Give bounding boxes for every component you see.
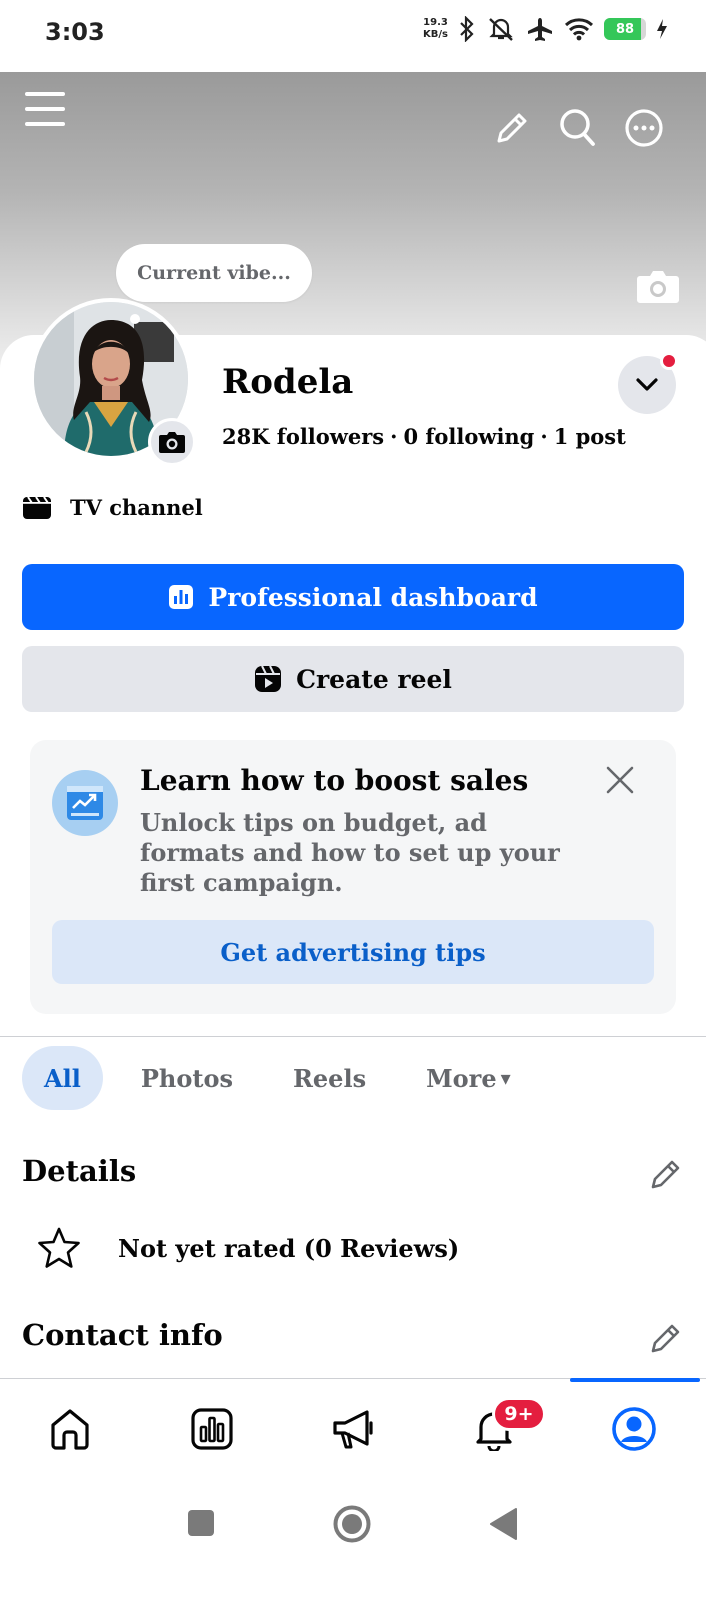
- home-circle-icon: [333, 1505, 371, 1543]
- stats-separator: ·: [390, 424, 398, 449]
- edit-profile-button[interactable]: [492, 108, 532, 148]
- current-vibe-text: Current vibe...: [137, 262, 291, 284]
- reel-icon: [255, 665, 282, 692]
- boost-sales-card: Learn how to boost sales Unlock tips on …: [30, 740, 676, 1014]
- search-icon: [560, 109, 595, 146]
- edit-icon: [651, 1324, 680, 1353]
- nav-home[interactable]: [46, 1405, 94, 1453]
- caret-down-icon: ▾: [500, 1066, 511, 1090]
- profile-icon: [612, 1407, 656, 1451]
- stats-separator: ·: [540, 424, 548, 449]
- rating-text: Not yet rated (0 Reviews): [118, 1233, 460, 1263]
- change-profile-picture-button[interactable]: [148, 418, 196, 466]
- tab-reels-label: Reels: [292, 1063, 367, 1093]
- tab-all-label: All: [44, 1063, 81, 1093]
- wifi-icon: [564, 18, 594, 41]
- category-row: TV channel: [22, 494, 203, 520]
- section-divider: [0, 1036, 706, 1037]
- dismiss-card-button[interactable]: [602, 762, 638, 798]
- create-reel-button[interactable]: Create reel: [22, 646, 684, 712]
- dashboard-icon: [169, 585, 194, 609]
- tab-more[interactable]: More ▾: [404, 1046, 533, 1110]
- nav-profile[interactable]: [610, 1405, 658, 1453]
- vibe-bubble-tail: [130, 314, 140, 324]
- home-button[interactable]: [332, 1504, 372, 1544]
- search-button[interactable]: [556, 106, 598, 148]
- edit-icon: [651, 1160, 680, 1189]
- status-icons: 19.3 KB/s 88: [423, 16, 668, 42]
- details-title: Details: [22, 1154, 137, 1188]
- back-button[interactable]: [488, 1507, 518, 1541]
- followers-count[interactable]: 28K followers: [222, 424, 384, 449]
- following-count[interactable]: 0 following: [403, 424, 534, 449]
- edit-details-button[interactable]: [646, 1154, 686, 1194]
- tab-photos-label: Photos: [140, 1063, 233, 1093]
- notification-badge: 9+: [492, 1397, 546, 1431]
- create-reel-label: Create reel: [296, 664, 452, 694]
- battery-indicator: 88: [604, 18, 646, 40]
- network-speed: 19.3 KB/s: [423, 17, 448, 41]
- nav-dashboard[interactable]: [188, 1405, 236, 1453]
- edit-contact-info-button[interactable]: [646, 1318, 686, 1358]
- bottom-navigation: 9+: [0, 1378, 706, 1478]
- network-speed-unit: KB/s: [423, 29, 448, 40]
- edit-cover-photo-button[interactable]: [636, 268, 680, 304]
- ad-tips-icon: [52, 770, 118, 836]
- professional-dashboard-button[interactable]: Professional dashboard: [22, 564, 684, 630]
- dashboard-icon: [191, 1408, 233, 1450]
- recent-apps-button[interactable]: [186, 1508, 216, 1538]
- status-time: 3:03: [45, 18, 105, 46]
- profile-stats: 28K followers · 0 following · 1 post: [222, 424, 626, 449]
- professional-dashboard-label: Professional dashboard: [208, 582, 538, 612]
- posts-count[interactable]: 1 post: [554, 424, 626, 449]
- clapperboard-icon: [23, 496, 51, 519]
- camera-icon: [159, 432, 185, 453]
- close-icon: [606, 766, 634, 794]
- tab-more-label: More: [426, 1063, 497, 1093]
- boost-card-text: Unlock tips on budget, ad formats and ho…: [140, 808, 560, 897]
- rating-row[interactable]: Not yet rated (0 Reviews): [36, 1226, 459, 1270]
- menu-button[interactable]: [24, 88, 66, 130]
- active-tab-indicator: [570, 1378, 700, 1382]
- system-navigation-bar: [0, 1480, 720, 1600]
- nav-ads[interactable]: [330, 1405, 378, 1453]
- camera-icon: [637, 271, 679, 303]
- current-vibe-bubble[interactable]: Current vibe...: [116, 244, 312, 302]
- star-icon: [38, 1227, 80, 1268]
- chevron-down-icon: [636, 378, 658, 391]
- home-icon: [51, 1409, 89, 1450]
- mute-icon: [489, 18, 513, 41]
- get-advertising-tips-button[interactable]: Get advertising tips: [52, 920, 654, 984]
- edit-icon: [497, 113, 527, 143]
- notification-dot: [660, 352, 678, 370]
- menu-icon: [25, 92, 65, 126]
- profile-name: Rodela: [222, 362, 354, 402]
- recent-apps-icon: [188, 1510, 214, 1536]
- trend-chart-icon: [67, 786, 103, 820]
- tab-all[interactable]: All: [22, 1046, 103, 1110]
- category-label: TV channel: [70, 494, 203, 520]
- contact-info-title: Contact info: [22, 1318, 223, 1352]
- tab-reels[interactable]: Reels: [271, 1046, 388, 1110]
- airplane-mode-icon: [528, 18, 552, 41]
- more-options-button[interactable]: [622, 106, 666, 150]
- status-bar: 3:03 19.3 KB/s 88: [0, 0, 720, 72]
- network-speed-value: 19.3: [423, 17, 448, 28]
- battery-level: 88: [615, 21, 635, 37]
- bluetooth-icon: [460, 16, 474, 42]
- back-icon: [490, 1508, 517, 1540]
- charging-icon: [657, 19, 667, 39]
- megaphone-icon: [333, 1410, 373, 1449]
- tab-photos[interactable]: Photos: [119, 1046, 255, 1110]
- more-icon: [625, 109, 663, 147]
- boost-card-title: Learn how to boost sales: [140, 764, 529, 797]
- content-filter-tabs: All Photos Reels More ▾: [22, 1046, 549, 1110]
- get-advertising-tips-label: Get advertising tips: [220, 937, 486, 967]
